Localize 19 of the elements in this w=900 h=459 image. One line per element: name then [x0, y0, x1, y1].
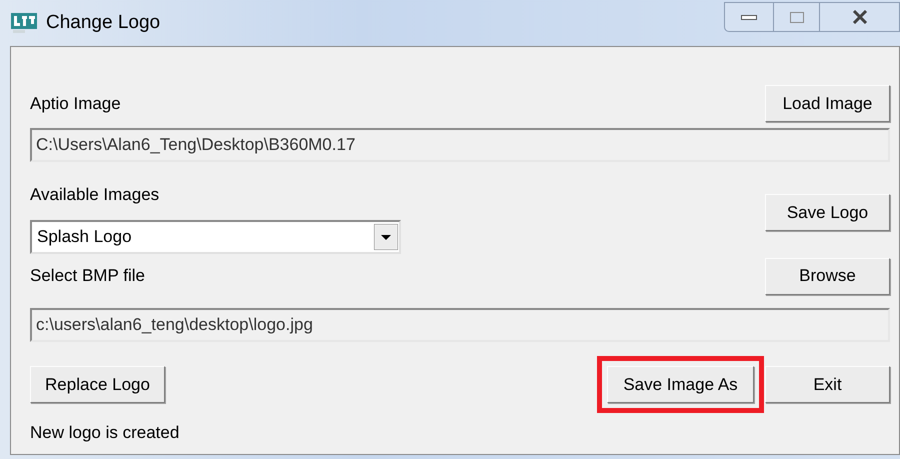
push-button[interactable]: Replace Logo: [30, 366, 165, 403]
push-button[interactable]: Browse: [765, 258, 890, 294]
field-label: Aptio Image: [30, 92, 121, 115]
close-icon: [852, 10, 868, 24]
window-title: Change Logo: [46, 10, 160, 35]
dropdown-caret-icon: [374, 224, 398, 250]
status-text: New logo is created: [30, 422, 180, 442]
push-button[interactable]: Save Image As: [607, 366, 754, 403]
push-button[interactable]: Save Logo: [765, 194, 890, 232]
path-field[interactable]: C:\Users\Alan6_Teng\Desktop\B360M0.17: [30, 128, 890, 162]
minimize-button[interactable]: [724, 2, 774, 32]
field-label: Select BMP file: [30, 265, 145, 288]
field-label: Available Images: [30, 184, 160, 206]
push-button[interactable]: Exit: [765, 366, 890, 403]
image-dropdown[interactable]: Splash Logo: [30, 220, 401, 254]
path-field[interactable]: c:\users\alan6_teng\desktop\logo.jpg: [30, 308, 890, 342]
push-button[interactable]: Load Image: [765, 85, 890, 122]
close-button[interactable]: [820, 2, 900, 32]
app-logo-icon: [10, 11, 38, 35]
